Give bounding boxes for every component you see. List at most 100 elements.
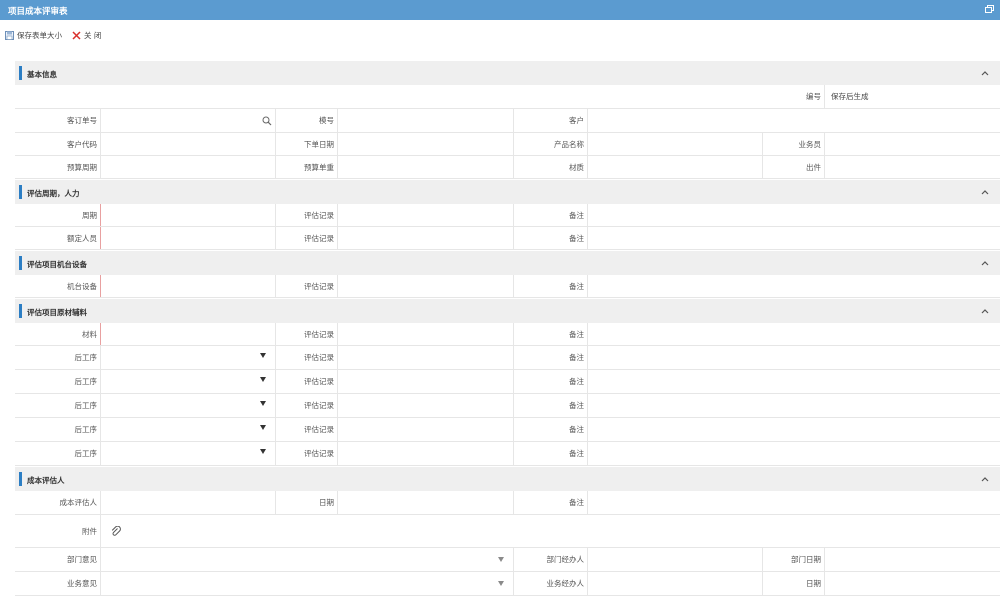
form-row-customer-code: 客户代码 下单日期 产品名称 业务员 bbox=[15, 133, 1000, 156]
section-machine-equipment[interactable]: 评估项目机台设备 bbox=[15, 251, 1000, 275]
remark-label: 备注 bbox=[569, 233, 584, 243]
save-form-size-label: 保存表单大小 bbox=[17, 30, 62, 40]
post-process-select[interactable] bbox=[101, 394, 276, 417]
form-row-assessor: 成本评估人 日期 备注 bbox=[15, 491, 1000, 515]
remark-input[interactable] bbox=[588, 323, 1000, 345]
remark-input[interactable] bbox=[588, 442, 1000, 465]
chevron-up-icon[interactable] bbox=[980, 68, 990, 78]
remark-label: 备注 bbox=[569, 401, 584, 410]
chevron-up-icon[interactable] bbox=[980, 187, 990, 197]
save-form-size-button[interactable]: 保存表单大小 bbox=[5, 29, 62, 41]
remark-label: 备注 bbox=[569, 281, 584, 291]
budget-cycle-label: 预算周期 bbox=[67, 162, 97, 172]
dept-opinion-select[interactable] bbox=[101, 548, 514, 571]
biz-opinion-select[interactable] bbox=[101, 572, 514, 595]
remark-input[interactable] bbox=[588, 204, 1000, 226]
customer-input[interactable] bbox=[588, 109, 1000, 132]
post-process-select[interactable] bbox=[101, 346, 276, 369]
period-label: 周期 bbox=[82, 210, 97, 220]
number-value: 保存后生成 bbox=[831, 92, 869, 101]
dept-handler-input[interactable] bbox=[588, 548, 763, 571]
order-number-label: 客订单号 bbox=[67, 116, 97, 125]
evaluation-record-label: 评估记录 bbox=[304, 329, 334, 339]
evaluation-record-input[interactable] bbox=[338, 394, 514, 417]
form-row-post-process: 后工序 评估记录 备注 bbox=[15, 418, 1000, 442]
evaluation-record-input[interactable] bbox=[338, 346, 514, 369]
window-titlebar: 项目成本评审表 bbox=[0, 0, 1000, 20]
form-row-budget: 预算周期 预算单重 材质 出件 bbox=[15, 156, 1000, 179]
chevron-up-icon[interactable] bbox=[980, 306, 990, 316]
restore-window-icon[interactable] bbox=[985, 5, 994, 13]
evaluation-record-input[interactable] bbox=[338, 442, 514, 465]
product-name-label: 产品名称 bbox=[554, 139, 584, 149]
biz-date-input[interactable] bbox=[825, 572, 1000, 595]
evaluation-record-input[interactable] bbox=[338, 370, 514, 393]
section-basic-info[interactable]: 基本信息 bbox=[15, 61, 1000, 85]
paperclip-icon[interactable] bbox=[111, 526, 121, 537]
evaluation-record-input[interactable] bbox=[338, 418, 514, 441]
order-number-input[interactable] bbox=[101, 109, 276, 132]
evaluation-record-input[interactable] bbox=[338, 204, 514, 226]
dropdown-arrow-icon[interactable] bbox=[260, 377, 266, 382]
post-process-select[interactable] bbox=[101, 442, 276, 465]
evaluation-record-label: 评估记录 bbox=[304, 233, 334, 243]
remark-input[interactable] bbox=[588, 491, 1000, 514]
biz-opinion-label: 业务意见 bbox=[67, 579, 97, 588]
product-name-input[interactable] bbox=[588, 133, 763, 155]
dept-opinion-label: 部门意见 bbox=[67, 555, 97, 564]
remark-input[interactable] bbox=[588, 227, 1000, 249]
evaluation-record-label: 评估记录 bbox=[304, 401, 334, 410]
form-row-period: 周期 评估记录 备注 bbox=[15, 204, 1000, 227]
cavity-input[interactable] bbox=[825, 156, 1000, 178]
section-accent bbox=[19, 304, 22, 318]
machine-device-input[interactable] bbox=[100, 275, 276, 297]
remark-input[interactable] bbox=[588, 275, 1000, 297]
chevron-up-icon[interactable] bbox=[980, 474, 990, 484]
post-process-select[interactable] bbox=[101, 418, 276, 441]
section-raw-materials[interactable]: 评估项目原材辅料 bbox=[15, 299, 1000, 323]
dropdown-arrow-icon[interactable] bbox=[498, 557, 504, 562]
dropdown-arrow-icon[interactable] bbox=[260, 401, 266, 406]
remark-input[interactable] bbox=[588, 418, 1000, 441]
number-label: 编号 bbox=[806, 92, 821, 101]
dropdown-arrow-icon[interactable] bbox=[260, 449, 266, 454]
section-cost-assessor[interactable]: 成本评估人 bbox=[15, 467, 1000, 491]
dept-date-input[interactable] bbox=[825, 548, 1000, 571]
window-title: 项目成本评审表 bbox=[8, 7, 68, 17]
post-process-label: 后工序 bbox=[74, 353, 98, 362]
budget-cycle-input[interactable] bbox=[101, 156, 276, 178]
rated-staff-label: 额定人员 bbox=[67, 233, 97, 243]
salesman-input[interactable] bbox=[825, 133, 1000, 155]
chevron-up-icon[interactable] bbox=[980, 258, 990, 268]
dropdown-arrow-icon[interactable] bbox=[260, 425, 266, 430]
order-date-input[interactable] bbox=[338, 133, 514, 155]
cost-assessor-input[interactable] bbox=[101, 491, 276, 514]
model-number-input[interactable] bbox=[338, 109, 514, 132]
form-row-attachment: 附件 bbox=[15, 515, 1000, 548]
period-input[interactable] bbox=[100, 204, 276, 226]
biz-handler-input[interactable] bbox=[588, 572, 763, 595]
biz-handler-label: 业务经办人 bbox=[546, 579, 585, 588]
post-process-select[interactable] bbox=[101, 370, 276, 393]
remark-input[interactable] bbox=[588, 394, 1000, 417]
cavity-label: 出件 bbox=[806, 162, 821, 172]
save-icon bbox=[5, 30, 14, 40]
close-button[interactable]: 关 闭 bbox=[72, 29, 101, 41]
budget-weight-input[interactable] bbox=[338, 156, 514, 178]
evaluation-record-input[interactable] bbox=[338, 227, 514, 249]
section-accent bbox=[19, 256, 22, 270]
section-cycle-manpower[interactable]: 评估周期，人力 bbox=[15, 180, 1000, 204]
dropdown-arrow-icon[interactable] bbox=[498, 581, 504, 586]
evaluation-record-input[interactable] bbox=[338, 323, 514, 345]
material-type-input[interactable] bbox=[588, 156, 763, 178]
rated-staff-input[interactable] bbox=[100, 227, 276, 249]
date-input[interactable] bbox=[338, 491, 514, 514]
dropdown-arrow-icon[interactable] bbox=[260, 353, 266, 358]
remark-input[interactable] bbox=[588, 346, 1000, 369]
evaluation-record-input[interactable] bbox=[338, 275, 514, 297]
remark-input[interactable] bbox=[588, 370, 1000, 393]
customer-code-input[interactable] bbox=[101, 133, 276, 155]
post-process-label: 后工序 bbox=[74, 449, 98, 458]
search-icon[interactable] bbox=[262, 116, 272, 126]
material-input[interactable] bbox=[100, 323, 276, 345]
